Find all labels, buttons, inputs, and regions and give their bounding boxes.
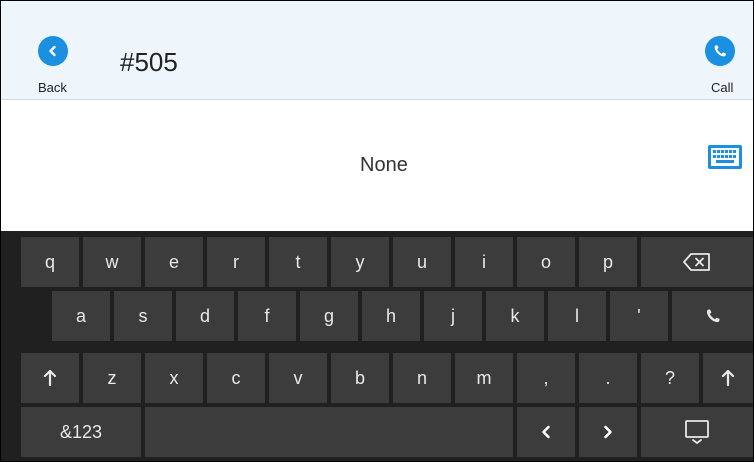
key-k[interactable]: k <box>486 291 544 341</box>
phone-icon <box>714 45 726 57</box>
backspace-icon <box>683 253 710 271</box>
key-c[interactable]: c <box>207 353 265 403</box>
space-key[interactable] <box>145 407 513 457</box>
cursor-left-key[interactable] <box>517 407 575 457</box>
key-period[interactable]: . <box>579 353 637 403</box>
status-text: None <box>360 154 408 176</box>
chevron-left-icon <box>542 425 550 439</box>
back-label[interactable]: Back <box>38 80 67 95</box>
key-b[interactable]: b <box>331 353 389 403</box>
phone-screen: Back #505 Call None q w e r t y u i o p … <box>0 0 754 462</box>
key-x[interactable]: x <box>145 353 203 403</box>
hide-keyboard-key[interactable] <box>641 407 753 457</box>
key-v[interactable]: v <box>269 353 327 403</box>
call-label[interactable]: Call <box>711 80 733 95</box>
call-button[interactable] <box>705 36 735 66</box>
key-o[interactable]: o <box>517 237 575 287</box>
back-chevron-icon <box>49 45 56 57</box>
key-r[interactable]: r <box>207 237 265 287</box>
key-m[interactable]: m <box>455 353 513 403</box>
key-t[interactable]: t <box>269 237 327 287</box>
on-screen-keyboard: q w e r t y u i o p a s d f g h j k l ' <box>1 231 753 461</box>
key-comma[interactable]: , <box>517 353 575 403</box>
chevron-right-icon <box>604 425 612 439</box>
key-p[interactable]: p <box>579 237 637 287</box>
key-g[interactable]: g <box>300 291 358 341</box>
keyboard-icon[interactable] <box>707 144 743 170</box>
key-f[interactable]: f <box>238 291 296 341</box>
key-w[interactable]: w <box>83 237 141 287</box>
backspace-key[interactable] <box>641 237 753 287</box>
key-j[interactable]: j <box>424 291 482 341</box>
key-l[interactable]: l <box>548 291 606 341</box>
shift-key-left[interactable] <box>21 353 79 403</box>
key-q[interactable]: q <box>21 237 79 287</box>
dial-key[interactable] <box>672 291 753 341</box>
key-u[interactable]: u <box>393 237 451 287</box>
key-s[interactable]: s <box>114 291 172 341</box>
key-z[interactable]: z <box>83 353 141 403</box>
key-n[interactable]: n <box>393 353 451 403</box>
key-question[interactable]: ? <box>641 353 699 403</box>
key-apostrophe[interactable]: ' <box>610 291 668 341</box>
key-e[interactable]: e <box>145 237 203 287</box>
hide-keyboard-icon <box>685 420 709 444</box>
shift-arrow-icon <box>43 369 57 387</box>
header-bar: Back #505 Call <box>1 1 753 100</box>
back-button[interactable] <box>38 36 68 66</box>
key-a[interactable]: a <box>52 291 110 341</box>
key-i[interactable]: i <box>455 237 513 287</box>
shift-key-right[interactable] <box>703 353 753 403</box>
symbols-key[interactable]: &123 <box>21 407 141 457</box>
phone-icon <box>706 309 720 323</box>
key-d[interactable]: d <box>176 291 234 341</box>
shift-arrow-icon <box>721 369 735 387</box>
key-h[interactable]: h <box>362 291 420 341</box>
content-area: None <box>1 100 753 231</box>
dialed-number: #505 <box>120 47 178 77</box>
cursor-right-key[interactable] <box>579 407 637 457</box>
key-y[interactable]: y <box>331 237 389 287</box>
